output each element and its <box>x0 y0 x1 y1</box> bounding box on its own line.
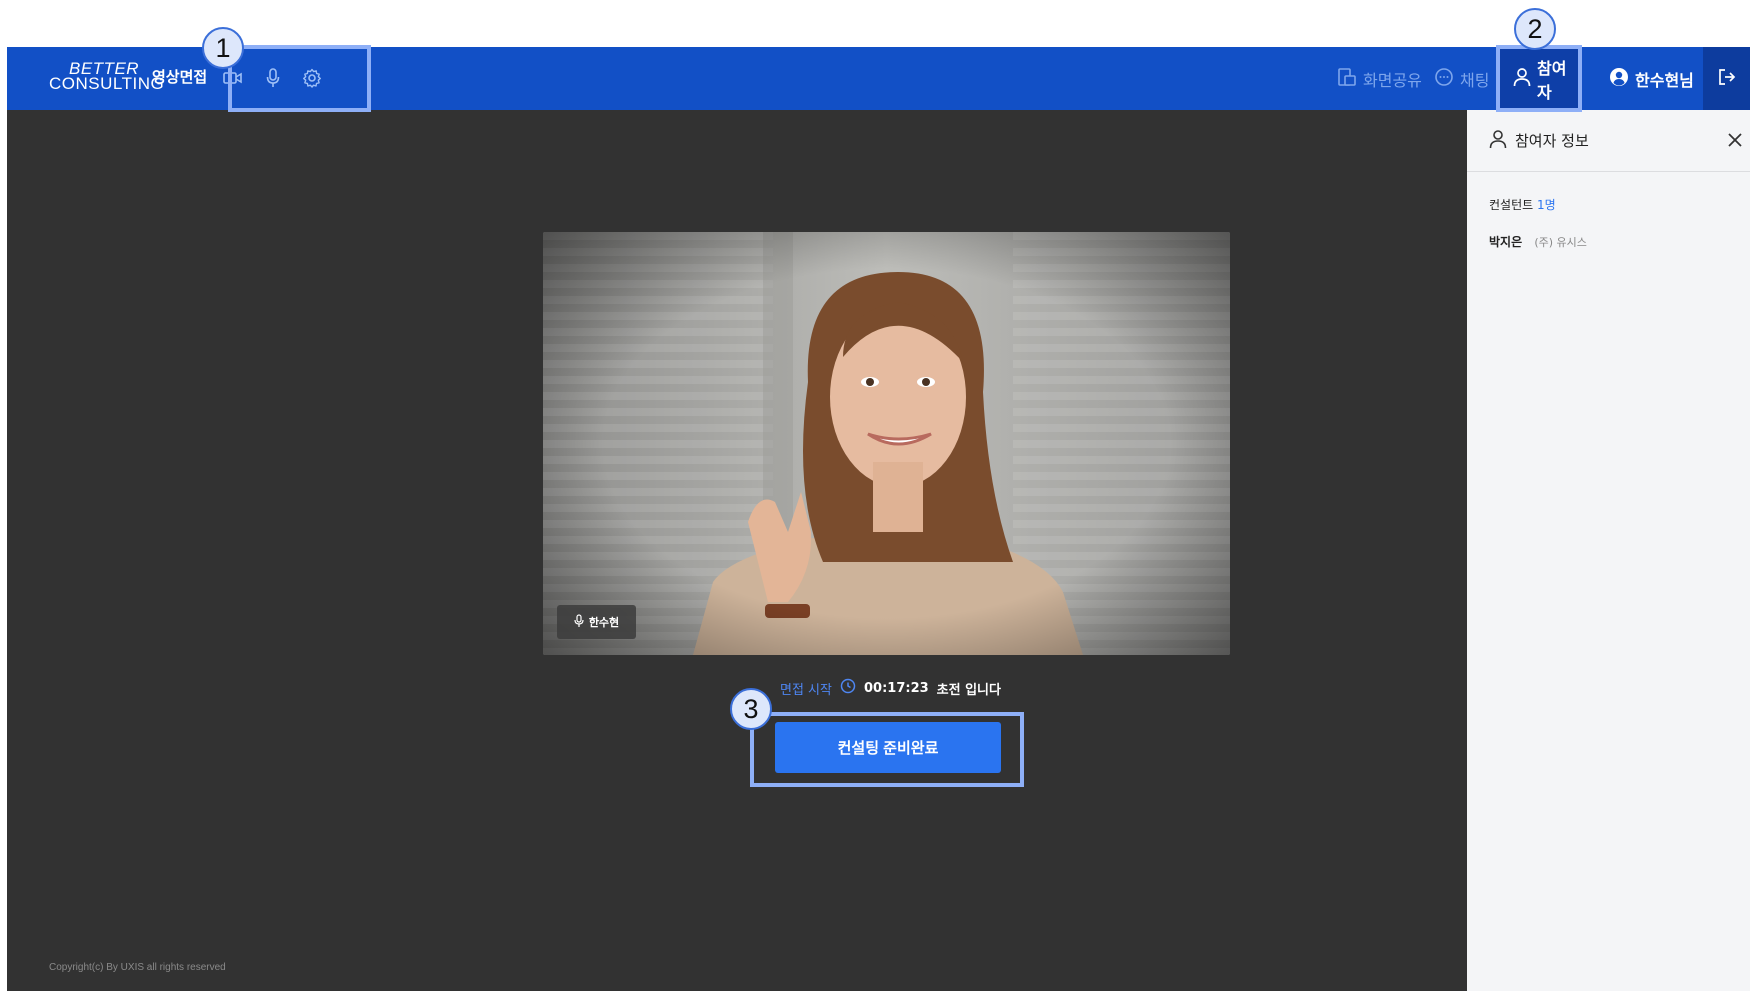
app-title: 영상면접 <box>152 68 208 86</box>
annotation-badge-2: 2 <box>1514 8 1556 50</box>
logout-button[interactable] <box>1703 47 1750 110</box>
status-time: 00:17:23 <box>863 680 929 696</box>
clock-icon <box>840 678 856 698</box>
annotation-highlight-participants <box>1496 45 1582 112</box>
close-panel-button[interactable] <box>1720 126 1750 156</box>
annotation-badge-1: 1 <box>202 27 244 69</box>
annotation-highlight-controls <box>228 45 371 112</box>
panel-title: 참여자 정보 <box>1515 132 1589 150</box>
status-elapsed-label: 초전 입니다 <box>936 682 1001 698</box>
person-icon <box>1489 129 1507 153</box>
user-menu[interactable]: 한수현님 <box>1609 47 1694 110</box>
panel-header: 참여자 정보 <box>1467 110 1750 172</box>
chat-icon <box>1434 67 1454 91</box>
status-start-label: 면접 시작 <box>780 682 832 698</box>
screen-share-icon <box>1337 67 1357 91</box>
copyright: Copyright(c) By UXIS all rights reserved <box>49 962 226 973</box>
chat-button[interactable]: 채팅 <box>1434 47 1489 110</box>
logout-icon <box>1717 67 1737 91</box>
consultant-count: 1명 <box>1537 198 1556 212</box>
speaker-name-tag: 한수현 <box>557 605 636 639</box>
participants-panel: 참여자 정보 컨설턴트 1명 박지은 (주) 유시스 <box>1467 110 1750 991</box>
annotation-highlight-ready-button <box>750 712 1024 787</box>
mic-icon <box>574 613 584 631</box>
video-feed: 한수현 <box>543 232 1230 655</box>
close-icon <box>1728 132 1742 151</box>
interview-status: 면접 시작 00:17:23 초전 입니다 <box>780 678 1001 698</box>
app-window: BETTER CONSULTING 영상면접 화면공유 채팅 참여자 한수현님 … <box>7 47 1750 991</box>
participant-item: 박지은 (주) 유시스 <box>1489 233 1587 250</box>
participant-name: 박지은 <box>1489 235 1523 249</box>
user-avatar-icon <box>1609 67 1629 91</box>
screen-share-button[interactable]: 화면공유 <box>1337 47 1422 110</box>
participant-video-image <box>543 232 1230 655</box>
consultant-count-row: 컨설턴트 1명 <box>1489 198 1556 212</box>
annotation-badge-3: 3 <box>730 688 772 730</box>
participant-company: (주) 유시스 <box>1534 236 1587 249</box>
logo: BETTER CONSULTING <box>49 59 165 93</box>
